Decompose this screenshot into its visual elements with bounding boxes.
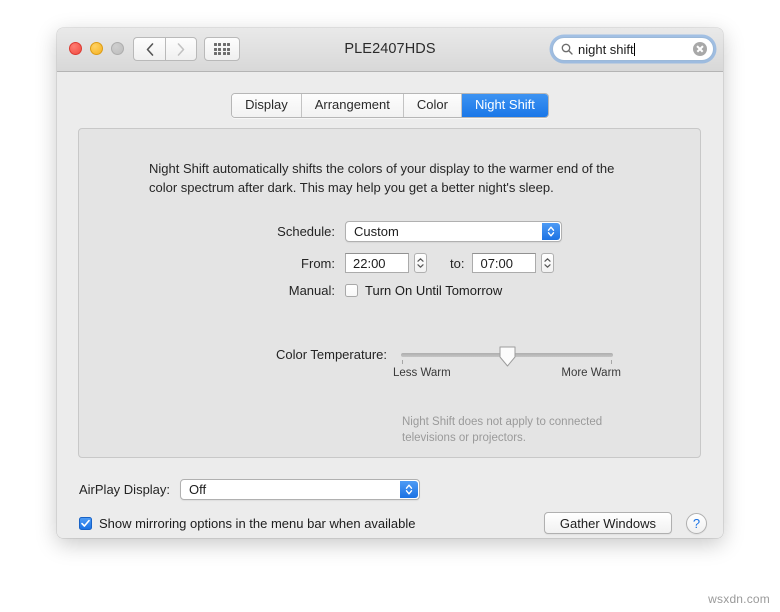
gather-windows-button[interactable]: Gather Windows [543, 512, 672, 534]
help-button[interactable]: ? [686, 512, 707, 534]
manual-row: Manual: Turn On Until Tomorrow [141, 283, 503, 298]
to-label: to: [450, 255, 465, 271]
from-time-field[interactable]: 22:00 [345, 253, 409, 273]
airplay-display-value: Off [189, 482, 207, 497]
search-value: night shift [578, 41, 634, 57]
tab-night-shift[interactable]: Night Shift [461, 94, 548, 117]
schedule-label: Schedule: [277, 224, 335, 239]
tabs-group: Display Arrangement Color Night Shift [231, 93, 549, 118]
stepper-up-icon [544, 258, 552, 262]
schedule-row: Schedule: Custom [141, 221, 562, 242]
schedule-dropdown[interactable]: Custom [345, 221, 562, 242]
show-mirroring-options-checkbox[interactable] [79, 516, 92, 530]
slider-thumb[interactable] [499, 346, 516, 367]
airplay-display-dropdown[interactable]: Off [180, 479, 421, 500]
to-time-value: 07:00 [480, 255, 514, 271]
window-bottom-row: Show mirroring options in the menu bar w… [79, 512, 707, 534]
text-caret [634, 42, 636, 56]
to-time-field[interactable]: 07:00 [472, 253, 537, 273]
system-preferences-window: PLE2407HDS night shift Display Arrangeme… [57, 28, 723, 538]
from-time-value: 22:00 [353, 255, 386, 271]
night-shift-description: Night Shift automatically shifts the col… [149, 161, 615, 195]
color-temperature-label: Color Temperature: [275, 347, 387, 362]
stepper-down-icon [544, 264, 552, 268]
turn-on-until-tomorrow-checkbox[interactable] [345, 284, 358, 297]
slider-tick-max [611, 360, 612, 364]
clear-search-icon[interactable] [693, 42, 707, 56]
show-mirroring-options-label: Show mirroring options in the menu bar w… [99, 515, 416, 531]
tab-color[interactable]: Color [403, 94, 462, 117]
turn-on-until-tomorrow-label: Turn On Until Tomorrow [365, 283, 503, 298]
checkmark-icon [81, 519, 90, 527]
chevron-updown-icon [400, 481, 419, 498]
slider-min-label: Less Warm [393, 367, 451, 379]
slider-max-label: More Warm [561, 367, 621, 379]
search-field[interactable]: night shift [552, 37, 714, 61]
slider-tick-min [402, 360, 403, 364]
watermark: wsxdn.com [708, 592, 770, 606]
manual-label: Manual: [288, 283, 335, 298]
window-body: Display Arrangement Color Night Shift Ni… [57, 72, 723, 538]
stepper-down-icon [417, 264, 424, 268]
search-icon [561, 43, 573, 55]
night-shift-hint: Night Shift does not apply to connected … [402, 416, 603, 444]
from-time-stepper[interactable] [414, 253, 427, 273]
airplay-display-row: AirPlay Display: Off [79, 479, 421, 500]
search-input-text[interactable]: night shift [578, 42, 693, 57]
slider-thumb-icon [499, 346, 515, 367]
airplay-display-label: AirPlay Display: [79, 482, 171, 497]
schedule-time-row: From: 22:00 to: 07:00 [141, 253, 555, 273]
night-shift-panel: Night Shift automatically shifts the col… [78, 128, 701, 458]
tab-bar: Display Arrangement Color Night Shift [57, 93, 723, 118]
tab-display[interactable]: Display [232, 94, 302, 117]
tab-arrangement[interactable]: Arrangement [301, 94, 404, 117]
to-time-stepper[interactable] [541, 253, 555, 273]
schedule-value: Custom [354, 224, 399, 239]
chevron-updown-icon [542, 223, 560, 240]
stepper-up-icon [417, 258, 424, 262]
window-titlebar: PLE2407HDS night shift [57, 28, 723, 72]
from-label: From: [301, 255, 335, 271]
